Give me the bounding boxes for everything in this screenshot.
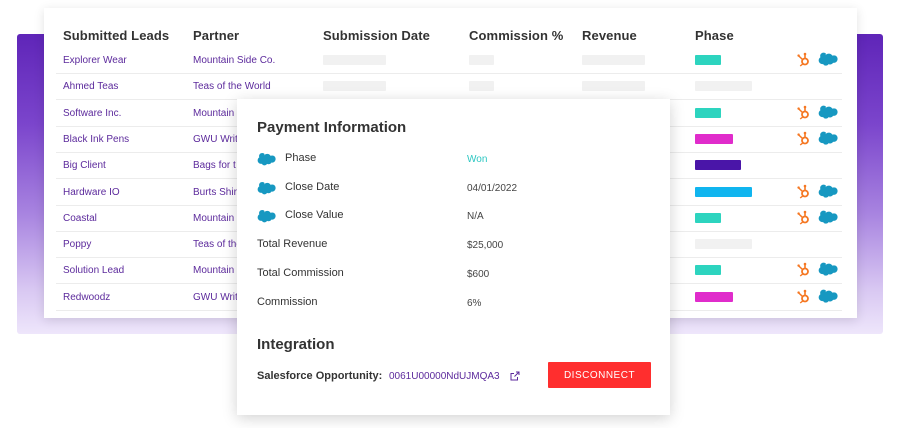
payment-row: Close Date 04/01/2022	[257, 179, 657, 199]
commission-placeholder	[469, 55, 494, 65]
lead-name-link[interactable]: Ahmed Teas	[63, 81, 183, 92]
table-row[interactable]: Ahmed Teas Teas of the World	[56, 74, 842, 101]
revenue-placeholder	[582, 55, 645, 65]
header-partner[interactable]: Partner	[193, 28, 239, 43]
external-link-icon[interactable]	[510, 371, 520, 381]
phase-bar	[695, 212, 721, 223]
header-commission[interactable]: Commission %	[469, 28, 563, 43]
salesforce-icon	[818, 210, 838, 224]
partner-name-link[interactable]: Teas of the World	[193, 81, 293, 92]
disconnect-button[interactable]: DISCONNECT	[548, 362, 651, 388]
salesforce-icon	[818, 105, 838, 119]
payment-value: Won	[467, 154, 488, 165]
header-revenue[interactable]: Revenue	[582, 28, 637, 43]
lead-name-link[interactable]: Explorer Wear	[63, 55, 183, 66]
lead-name-link[interactable]: Poppy	[63, 239, 183, 250]
partner-name-link[interactable]: Mountain Side Co.	[193, 55, 293, 66]
payment-label: Total Commission	[257, 266, 344, 279]
payment-label: Commission	[257, 295, 318, 308]
phase-bar	[695, 160, 741, 171]
phase-bar	[695, 186, 752, 197]
salesforce-icon	[257, 181, 276, 195]
salesforce-icon	[818, 52, 838, 66]
phase-bar	[695, 291, 733, 302]
payment-value: $25,000	[467, 240, 504, 252]
payment-information-title: Payment Information	[257, 119, 407, 136]
payment-row: Commission 6%	[257, 294, 657, 314]
lead-name-link[interactable]: Hardware IO	[63, 187, 183, 198]
salesforce-icon	[818, 131, 838, 145]
salesforce-icon	[818, 263, 838, 277]
lead-name-link[interactable]: Black Ink Pens	[63, 134, 183, 145]
submission-date-placeholder	[323, 81, 386, 92]
phase-placeholder	[695, 81, 752, 92]
phase-bar	[695, 133, 733, 144]
table-row[interactable]: Explorer Wear Mountain Side Co.	[56, 48, 842, 74]
phase-bar	[695, 55, 721, 65]
payment-value: 04/01/2022	[467, 182, 518, 194]
submission-date-placeholder	[323, 55, 386, 65]
revenue-placeholder	[582, 81, 645, 92]
hubspot-icon[interactable]	[797, 105, 810, 120]
payment-value: 6%	[467, 297, 482, 309]
salesforce-opportunity-link[interactable]: 0061U00000NdUJMQA3	[389, 371, 500, 382]
hubspot-icon[interactable]	[797, 52, 810, 67]
lead-name-link[interactable]: Coastal	[63, 213, 183, 224]
hubspot-icon[interactable]	[797, 262, 810, 277]
phase-bar	[695, 107, 721, 118]
salesforce-icon	[818, 184, 838, 198]
salesforce-icon	[818, 289, 838, 303]
lead-name-link[interactable]: Solution Lead	[63, 265, 183, 276]
lead-name-link[interactable]: Software Inc.	[63, 108, 183, 119]
hubspot-icon[interactable]	[797, 131, 810, 146]
payment-details-popup: Payment Information Phase Won Close Date 04…	[237, 99, 670, 415]
payment-label: Close Date	[285, 180, 340, 193]
salesforce-icon	[257, 210, 276, 223]
salesforce-opportunity-label: Salesforce Opportunity:	[257, 370, 383, 382]
hubspot-icon[interactable]	[797, 289, 810, 304]
header-submission-date[interactable]: Submission Date	[323, 28, 430, 43]
payment-row: Total Commission $600	[257, 265, 657, 285]
payment-value: N/A	[467, 211, 484, 223]
salesforce-icon	[257, 152, 276, 166]
payment-row: Close Value N/A	[257, 207, 657, 227]
commission-placeholder	[469, 81, 494, 92]
hubspot-icon[interactable]	[797, 184, 810, 199]
payment-label: Close Value	[285, 209, 344, 222]
phase-placeholder	[695, 239, 752, 250]
phase-bar	[695, 265, 721, 276]
lead-name-link[interactable]: Big Client	[63, 160, 183, 171]
payment-row: Phase Won	[257, 150, 657, 170]
header-submitted-leads[interactable]: Submitted Leads	[63, 28, 169, 43]
lead-name-link[interactable]: Redwoodz	[63, 292, 183, 303]
payment-label: Total Revenue	[257, 238, 328, 251]
header-phase[interactable]: Phase	[695, 28, 734, 43]
integration-title: Integration	[257, 336, 335, 353]
payment-value: $600	[467, 268, 490, 280]
payment-label: Phase	[285, 152, 317, 164]
hubspot-icon[interactable]	[797, 210, 810, 225]
payment-row: Total Revenue $25,000	[257, 236, 657, 256]
